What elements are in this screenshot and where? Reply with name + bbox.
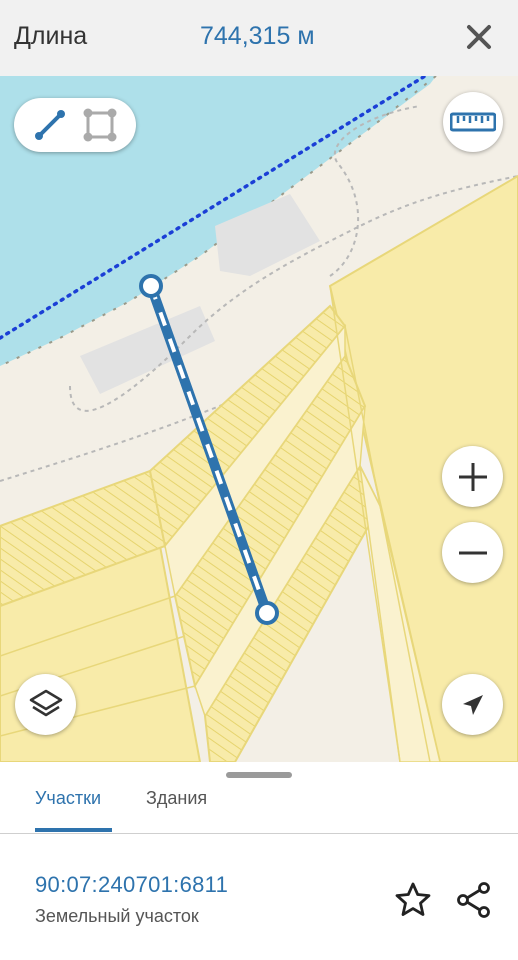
measure-value: 744,315 м <box>200 22 315 50</box>
ruler-icon <box>450 112 496 132</box>
tab-parcels[interactable]: Участки <box>35 788 101 809</box>
line-measure-icon <box>35 110 65 140</box>
layers-button[interactable] <box>15 674 76 735</box>
tabs-divider <box>0 833 518 834</box>
zoom-in-button[interactable] <box>442 446 503 507</box>
area-measure-icon <box>83 108 117 142</box>
share-icon <box>457 882 490 918</box>
map-canvas[interactable] <box>0 76 518 762</box>
active-tab-indicator <box>35 828 112 832</box>
ruler-button[interactable] <box>443 92 503 152</box>
layers-icon <box>29 689 62 716</box>
close-icon <box>467 25 491 49</box>
favorite-button[interactable] <box>393 880 433 920</box>
star-icon <box>395 882 431 916</box>
map-view[interactable] <box>0 76 518 762</box>
bottom-sheet: Участки Здания 90:07:240701:6811 Земельн… <box>0 762 518 960</box>
share-button[interactable] <box>454 880 494 920</box>
tab-buildings[interactable]: Здания <box>146 788 207 809</box>
close-button[interactable] <box>462 20 496 54</box>
measure-mode-toggle <box>14 98 136 152</box>
area-mode-button[interactable] <box>80 106 120 144</box>
zoom-out-icon <box>458 551 487 554</box>
line-mode-button[interactable] <box>30 106 70 144</box>
measure-label: Длина <box>14 22 88 50</box>
measure-end-point[interactable] <box>255 601 279 625</box>
parcel-type-label: Земельный участок <box>35 906 199 926</box>
measure-start-point[interactable] <box>139 274 163 298</box>
locate-icon <box>462 694 483 715</box>
locate-button[interactable] <box>442 674 503 735</box>
parcel-cadastral-number[interactable]: 90:07:240701:6811 <box>35 872 228 898</box>
sheet-drag-handle[interactable] <box>226 772 292 778</box>
zoom-in-icon <box>458 462 487 491</box>
zoom-out-button[interactable] <box>442 522 503 583</box>
measure-header: Длина 744,315 м <box>0 0 518 76</box>
